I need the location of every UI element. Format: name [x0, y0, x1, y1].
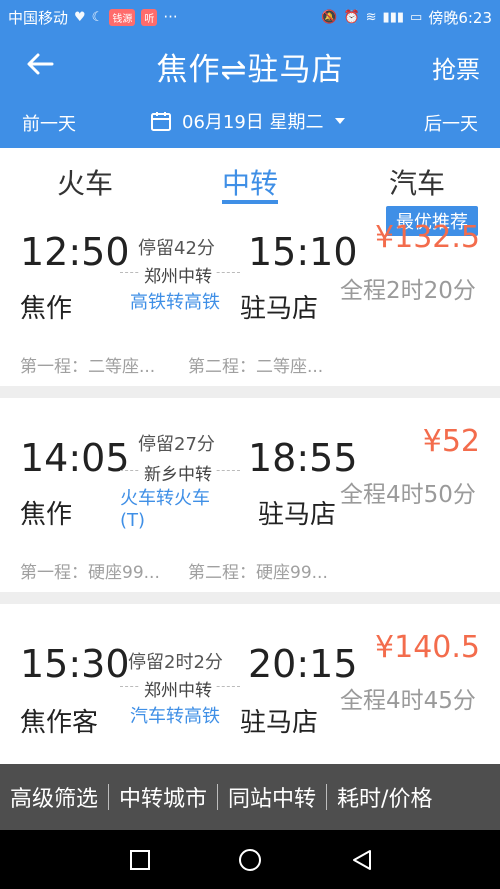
transfer-type: 火车转火车(T) [120, 488, 210, 531]
route-card[interactable]: 15:30 停留2时2分 郑州中转 20:15 ¥140.5 焦作客 汽车转高铁… [0, 604, 500, 764]
date-picker[interactable]: 06月19日 星期二 [150, 108, 346, 134]
stopover-duration: 停留27分 [138, 434, 215, 455]
date-bar: 前一天 06月19日 星期二 后一天 [0, 96, 500, 148]
route-card[interactable]: 14:05 停留27分 新乡中转 18:55 ¥52 焦作 火车转火车(T) 驻… [0, 398, 500, 592]
recent-apps-icon[interactable] [128, 848, 152, 872]
active-tab-indicator [222, 200, 278, 204]
next-day-button[interactable]: 后一天 [424, 110, 478, 136]
page-title: 焦作⇌驻马店 [156, 52, 344, 88]
more-indicator: ··· [163, 8, 178, 26]
first-leg-seat: 第一程：二等座... [20, 357, 156, 377]
signal-icon: ▮▮▮ [382, 9, 405, 25]
second-leg-seat: 第二程：二等座... [188, 357, 324, 377]
alarm-icon: ⏰ [343, 9, 360, 25]
arrival-station: 驻马店 [258, 500, 337, 530]
second-leg-seat: 第二程：硬座99... [188, 563, 328, 583]
wifi-icon: ≋ [365, 9, 377, 25]
advanced-filter-button[interactable]: 高级筛选 [0, 781, 108, 813]
transfer-type: 高铁转高铁 [130, 292, 220, 313]
mode-tabs: 火车 中转 汽车 [0, 148, 500, 210]
app-chip: 钱源 [109, 8, 136, 26]
price: ¥140.5 [375, 630, 480, 665]
calendar-icon [151, 112, 171, 131]
clock: 傍晚6:23 [428, 8, 492, 27]
selected-date: 06月19日 星期二 [182, 112, 324, 133]
transfer-city-button[interactable]: 中转城市 [109, 781, 217, 813]
transfer-city: 郑州中转 [140, 262, 216, 287]
tab-bus[interactable]: 汽车 [337, 162, 497, 202]
arrival-station: 驻马店 [240, 708, 319, 738]
moon-icon: ☾ [91, 9, 104, 25]
mute-icon: 🔕 [321, 9, 338, 25]
listen-app-icon: 听 [141, 8, 158, 26]
transfer-type: 汽车转高铁 [130, 706, 220, 727]
arrival-time: 20:15 [248, 642, 358, 686]
departure-station: 焦作客 [20, 708, 99, 738]
transfer-city: 郑州中转 [140, 676, 216, 701]
tab-train[interactable]: 火车 [5, 162, 165, 202]
departure-time: 12:50 [20, 230, 130, 274]
stopover-duration: 停留2时2分 [128, 652, 223, 673]
caret-down-icon [334, 118, 345, 124]
first-leg-seat: 第一程：硬座99... [20, 563, 160, 583]
system-back-icon[interactable] [350, 848, 374, 872]
departure-time: 14:05 [20, 436, 130, 480]
health-icon: ♥ [74, 9, 86, 25]
filter-bar: 高级筛选 中转城市 同站中转 耗时/价格 [0, 764, 500, 830]
price: ¥132.5 [375, 220, 480, 255]
home-icon[interactable] [238, 848, 262, 872]
arrival-time: 18:55 [248, 436, 358, 480]
departure-time: 15:30 [20, 642, 130, 686]
carrier-label: 中国移动 [8, 8, 69, 27]
price: ¥52 [422, 424, 480, 459]
battery-icon: ▭ [410, 9, 423, 25]
departure-station: 焦作 [20, 294, 73, 324]
header: 焦作⇌驻马店 抢票 [0, 34, 500, 96]
status-bar: 中国移动 ♥ ☾ 钱源 听 ··· 🔕 ⏰ ≋ ▮▮▮ ▭ 傍晚6:23 [0, 0, 500, 34]
total-duration: 全程4时50分 [340, 482, 476, 508]
transfer-city: 新乡中转 [140, 460, 216, 485]
departure-station: 焦作 [20, 500, 73, 530]
grab-ticket-button[interactable]: 抢票 [432, 50, 480, 85]
total-duration: 全程4时45分 [340, 688, 476, 714]
prev-day-button[interactable]: 前一天 [22, 110, 76, 136]
sort-time-price-button[interactable]: 耗时/价格 [327, 781, 442, 813]
system-nav-bar [0, 830, 500, 889]
total-duration: 全程2时20分 [340, 278, 476, 304]
tab-transfer[interactable]: 中转 [170, 162, 330, 202]
stopover-duration: 停留42分 [138, 238, 215, 259]
same-station-transfer-button[interactable]: 同站中转 [218, 781, 326, 813]
route-card[interactable]: 最优推荐 12:50 停留42分 郑州中转 15:10 ¥132.5 焦作 高铁… [0, 206, 500, 386]
arrival-station: 驻马店 [240, 294, 319, 324]
arrival-time: 15:10 [248, 230, 358, 274]
